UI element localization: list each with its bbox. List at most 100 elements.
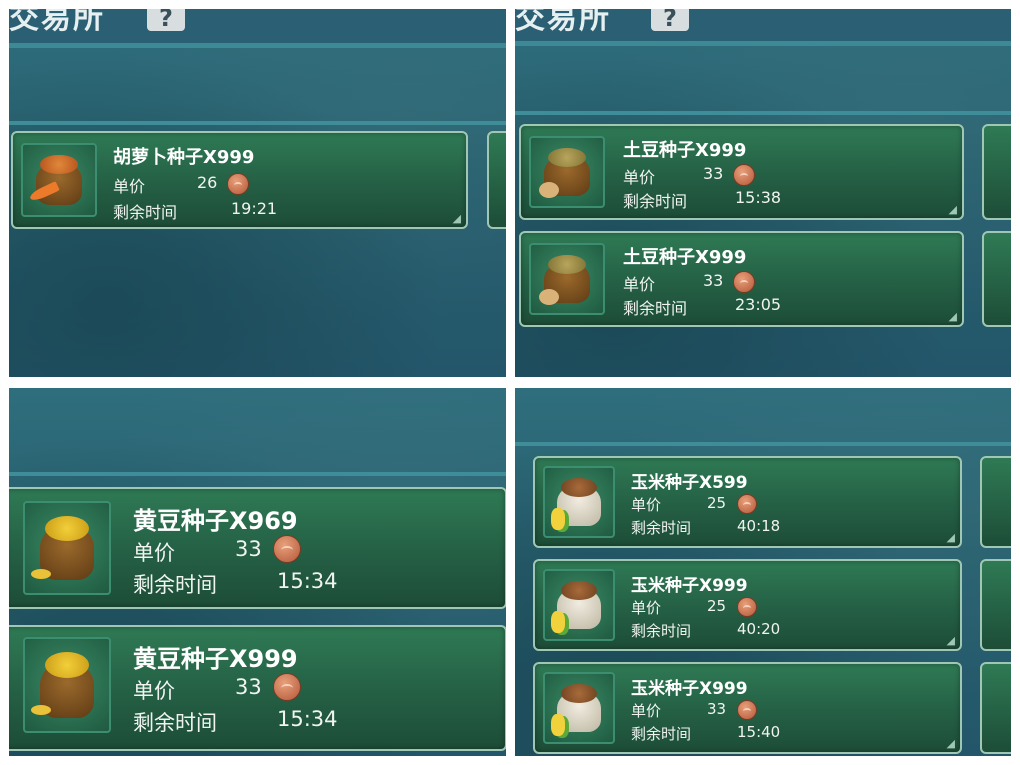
coin-icon [733,164,755,186]
seed-pile [548,147,586,167]
listing-card[interactable]: 玉米种子X999 单价 25 剩余时间 40:20 ◢ [533,559,962,651]
time-left-label: 剩余时间 [631,725,692,743]
listing-card[interactable]: 黄豆种子X969 单价 33 剩余时间 15:34 [9,487,506,609]
coin-icon [273,535,301,563]
coin-icon [737,597,757,617]
divider [515,442,1011,446]
title-bar: 交易所 ? [9,9,506,48]
coin-icon [737,494,757,514]
seed-pile [45,651,89,678]
corner-mark: ◢ [946,737,955,750]
listing-card-partial[interactable] [487,131,506,229]
corn-shape [551,611,565,633]
market-panel-bottom-left: 黄豆种子X969 单价 33 剩余时间 15:34 黄豆种子X999 单价 33… [9,388,506,756]
unit-price-value: 33 [703,271,724,290]
time-left-label: 剩余时间 [623,299,688,318]
listing-card-partial[interactable] [980,559,1011,651]
seed-pile [561,683,597,703]
time-left-value: 15:40 [737,723,781,741]
listing-card[interactable]: 黄豆种子X999 单价 33 剩余时间 15:34 [9,625,506,751]
unit-price-value: 26 [197,173,218,192]
seed-pile [548,254,586,274]
market-panel-top-left: 交易所 ? 胡萝卜种子X999 单价 26 剩余时间 19:21 ◢ [9,9,506,377]
divider [9,121,506,125]
listing-card-partial[interactable] [980,662,1011,754]
listing-card[interactable]: 玉米种子X599 单价 25 剩余时间 40:18 ◢ [533,456,962,548]
corner-mark: ◢ [948,203,957,216]
listing-card-partial[interactable] [982,231,1011,327]
corn-shape [551,508,565,530]
corn-seed-bag-icon [543,569,615,641]
help-button[interactable]: ? [147,9,185,32]
carrot-seed-bag-icon [21,143,97,217]
page-title: 交易所 [9,9,105,36]
time-left-value: 15:38 [735,188,782,207]
coin-icon [273,673,301,701]
time-left-label: 剩余时间 [133,573,217,597]
divider [9,472,506,476]
time-left-label: 剩余时间 [631,519,692,537]
market-panel-bottom-right: 玉米种子X599 单价 25 剩余时间 40:18 ◢ 玉米种子X999 单价 … [515,388,1011,756]
listing-card[interactable]: 土豆种子X999 单价 33 剩余时间 15:38 ◢ [519,124,964,220]
seed-pile [561,580,597,600]
time-left-label: 剩余时间 [113,203,178,222]
unit-price-label: 单价 [623,168,656,187]
potato-seed-bag-icon [529,243,605,315]
item-name: 土豆种子X999 [623,247,747,268]
page-title: 交易所 [515,9,611,36]
seed-pile [561,477,597,497]
listing-card-partial[interactable] [980,456,1011,548]
time-left-label: 剩余时间 [631,622,692,640]
seed-pile [45,515,89,541]
item-name: 黄豆种子X969 [133,507,298,535]
seed-pile [40,154,78,175]
unit-price-label: 单价 [631,702,662,720]
unit-price-value: 25 [707,494,727,512]
unit-price-value: 33 [703,164,724,183]
soybean-seed-bag-icon [23,637,111,733]
time-left-value: 15:34 [277,707,338,731]
unit-price-value: 33 [235,537,262,561]
corner-mark: ◢ [452,212,461,225]
unit-price-value: 33 [707,700,727,718]
time-left-value: 40:18 [737,517,781,535]
time-left-value: 19:21 [231,199,278,218]
corner-mark: ◢ [948,310,957,323]
listing-card[interactable]: 胡萝卜种子X999 单价 26 剩余时间 19:21 ◢ [11,131,468,229]
help-button[interactable]: ? [651,9,689,32]
listing-card[interactable]: 玉米种子X999 单价 33 剩余时间 15:40 ◢ [533,662,962,754]
unit-price-label: 单价 [133,679,175,703]
corn-shape [551,714,565,736]
item-name: 玉米种子X599 [631,473,748,493]
item-name: 土豆种子X999 [623,140,747,161]
potato-shape [539,289,559,305]
potato-seed-bag-icon [529,136,605,208]
corn-seed-bag-icon [543,672,615,744]
corner-mark: ◢ [946,531,955,544]
listing-card[interactable]: 土豆种子X999 单价 33 剩余时间 23:05 ◢ [519,231,964,327]
soybean-seed-bag-icon [23,501,111,595]
unit-price-value: 25 [707,597,727,615]
unit-price-label: 单价 [623,275,656,294]
corn-seed-bag-icon [543,466,615,538]
unit-price-label: 单价 [631,496,662,514]
potato-shape [539,182,559,198]
title-bar: 交易所 ? [515,9,1011,46]
corner-mark: ◢ [946,634,955,647]
unit-price-label: 单价 [133,541,175,565]
coin-icon [737,700,757,720]
soybean-shape [31,705,51,715]
item-name: 玉米种子X999 [631,576,748,596]
time-left-value: 23:05 [735,295,782,314]
item-name: 玉米种子X999 [631,679,748,699]
item-name: 黄豆种子X999 [133,645,298,673]
time-left-value: 40:20 [737,620,781,638]
divider [515,111,1011,115]
item-name: 胡萝卜种子X999 [113,147,255,168]
unit-price-value: 33 [235,675,262,699]
unit-price-label: 单价 [113,177,146,196]
time-left-label: 剩余时间 [623,192,688,211]
listing-card-partial[interactable] [982,124,1011,220]
soybean-shape [31,569,51,579]
time-left-label: 剩余时间 [133,711,217,735]
